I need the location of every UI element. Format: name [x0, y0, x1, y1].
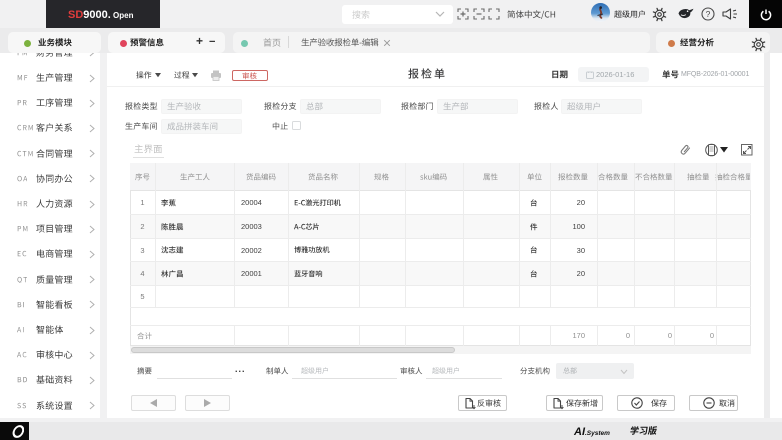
svg-text:?: ?: [706, 9, 711, 19]
